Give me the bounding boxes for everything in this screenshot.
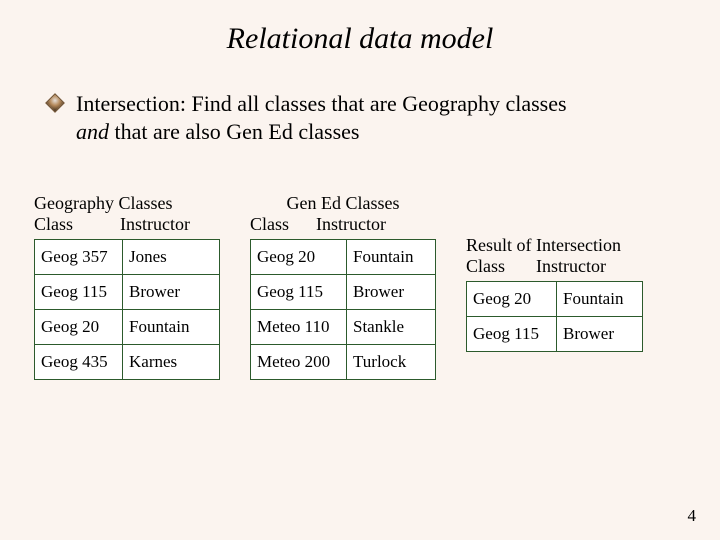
cell-instructor: Turlock — [347, 345, 435, 379]
cell-instructor: Fountain — [123, 310, 213, 344]
cell-class: Geog 20 — [251, 240, 347, 274]
geography-table-head: Class Instructor — [34, 214, 220, 235]
slide-title: Relational data model — [0, 0, 720, 66]
cell-instructor: Fountain — [347, 240, 435, 274]
table-row: Geog 435 Karnes — [35, 344, 219, 379]
tables-area: Geography Classes Class Instructor Geog … — [34, 193, 686, 380]
table-row: Geog 20 Fountain — [467, 282, 642, 316]
cell-class: Geog 357 — [35, 240, 123, 274]
bullet-item: Intersection: Find all classes that are … — [48, 90, 672, 145]
geography-table-title: Geography Classes — [34, 193, 220, 214]
cell-instructor: Brower — [347, 275, 435, 309]
cell-instructor: Jones — [123, 240, 213, 274]
col-header-class: Class — [34, 214, 120, 235]
cell-class: Geog 115 — [251, 275, 347, 309]
result-table-title: Result of Intersection — [466, 235, 643, 256]
diamond-bullet-icon — [45, 93, 65, 113]
slide: Relational data model Intersection: Find… — [0, 0, 720, 540]
geography-table-block: Geography Classes Class Instructor Geog … — [34, 193, 220, 380]
cell-class: Geog 20 — [35, 310, 123, 344]
col-header-instructor: Instructor — [316, 214, 416, 235]
cell-instructor: Fountain — [557, 282, 642, 316]
cell-instructor: Karnes — [123, 345, 213, 379]
col-header-class: Class — [466, 256, 536, 277]
table-row: Geog 115 Brower — [467, 316, 642, 351]
cell-instructor: Stankle — [347, 310, 435, 344]
result-table-block: Result of Intersection Class Instructor … — [466, 235, 643, 352]
cell-class: Geog 115 — [467, 317, 557, 351]
geography-table-body: Geog 357 Jones Geog 115 Brower Geog 20 F… — [34, 239, 220, 380]
col-header-instructor: Instructor — [536, 256, 636, 277]
table-row: Geog 115 Brower — [251, 274, 435, 309]
col-header-instructor: Instructor — [120, 214, 220, 235]
page-number: 4 — [688, 506, 697, 526]
cell-class: Geog 20 — [467, 282, 557, 316]
cell-class: Geog 435 — [35, 345, 123, 379]
cell-class: Meteo 110 — [251, 310, 347, 344]
gened-table-head: Class Instructor — [250, 214, 436, 235]
table-row: Geog 357 Jones — [35, 240, 219, 274]
table-row: Geog 20 Fountain — [35, 309, 219, 344]
gened-table-block: Gen Ed Classes Class Instructor Geog 20 … — [250, 193, 436, 380]
bullet-line2: that are also Gen Ed classes — [109, 119, 359, 144]
gened-table-title: Gen Ed Classes — [250, 193, 436, 214]
table-row: Geog 20 Fountain — [251, 240, 435, 274]
gened-table-body: Geog 20 Fountain Geog 115 Brower Meteo 1… — [250, 239, 436, 380]
cell-instructor: Brower — [123, 275, 213, 309]
bullet-and-word: and — [76, 119, 109, 144]
result-table-body: Geog 20 Fountain Geog 115 Brower — [466, 281, 643, 352]
cell-class: Geog 115 — [35, 275, 123, 309]
table-row: Geog 115 Brower — [35, 274, 219, 309]
col-header-class: Class — [250, 214, 316, 235]
result-table-head: Class Instructor — [466, 256, 643, 277]
cell-class: Meteo 200 — [251, 345, 347, 379]
bullet-area: Intersection: Find all classes that are … — [48, 90, 672, 145]
cell-instructor: Brower — [557, 317, 642, 351]
table-row: Meteo 110 Stankle — [251, 309, 435, 344]
table-row: Meteo 200 Turlock — [251, 344, 435, 379]
bullet-text: Intersection: Find all classes that are … — [76, 90, 567, 145]
bullet-line1: Intersection: Find all classes that are … — [76, 91, 567, 116]
